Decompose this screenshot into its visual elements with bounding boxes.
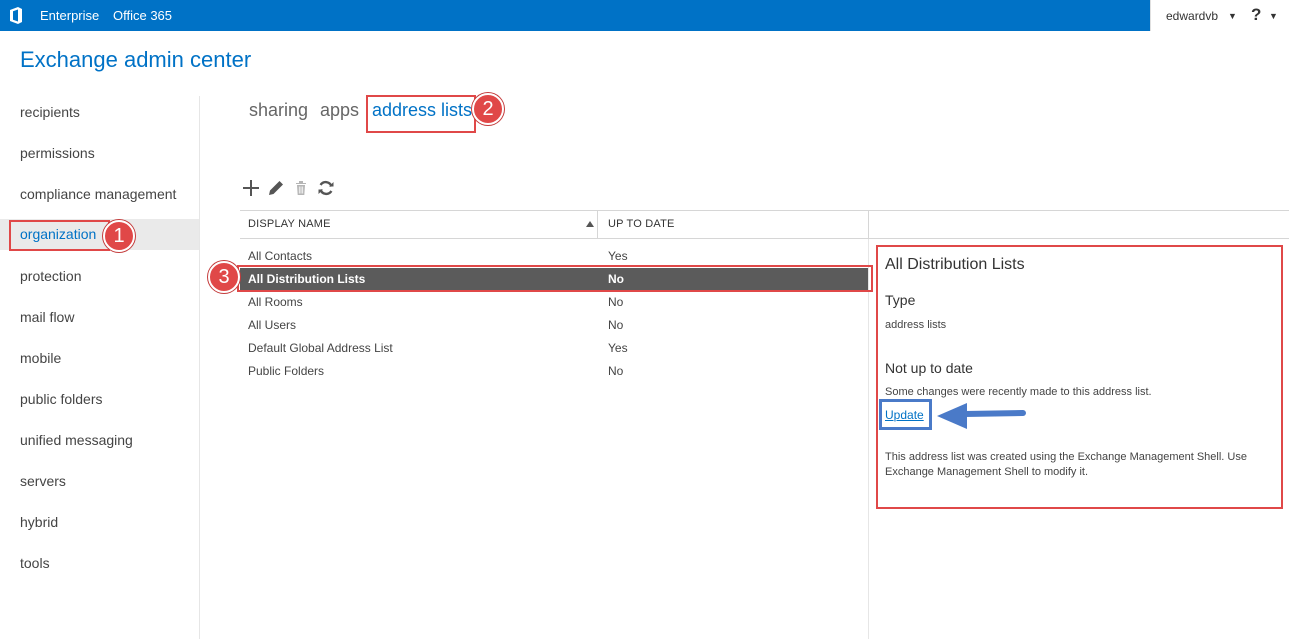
annotation-box-update (879, 399, 932, 430)
annotation-arrow-icon (937, 403, 1026, 429)
nav-item-compliance-management[interactable]: compliance management (0, 179, 199, 209)
app-title: Exchange admin center (20, 47, 252, 72)
column-divider[interactable] (868, 211, 869, 239)
nav-divider (199, 96, 200, 639)
column-header-display-name[interactable]: DISPLAY NAME (248, 218, 331, 230)
annotation-badge-3: 3 (208, 261, 240, 293)
row-up-to-date: No (608, 364, 624, 378)
refresh-icon[interactable] (317, 179, 335, 197)
row-display-name: All Users (248, 318, 297, 332)
nav-item-unified-messaging[interactable]: unified messaging (0, 425, 199, 455)
user-menu[interactable]: edwardvb (1166, 9, 1218, 23)
column-divider[interactable] (597, 211, 598, 239)
table-row[interactable]: Public Folders No (240, 360, 868, 383)
details-divider (868, 239, 869, 639)
nav-item-permissions[interactable]: permissions (0, 138, 199, 168)
annotation-box-row (237, 265, 873, 292)
annotation-badge-2: 2 (472, 93, 504, 125)
enterprise-link[interactable]: Enterprise (40, 8, 99, 23)
list-header: DISPLAY NAME UP TO DATE (240, 210, 1289, 239)
nav-item-hybrid[interactable]: hybrid (0, 507, 199, 537)
chevron-down-icon[interactable]: ▼ (1269, 11, 1278, 21)
edit-icon[interactable] (267, 179, 285, 197)
table-row[interactable]: All Users No (240, 314, 868, 337)
delete-icon[interactable] (292, 179, 310, 197)
row-up-to-date: No (608, 318, 624, 332)
nav-item-recipients[interactable]: recipients (0, 97, 199, 127)
nav-item-servers[interactable]: servers (0, 466, 199, 496)
annotation-box-address-lists (366, 95, 476, 133)
nav-item-mobile[interactable]: mobile (0, 343, 199, 373)
top-bar: Enterprise Office 365 edwardvb ▼ ? ▼ (0, 0, 1296, 31)
annotation-badge-1: 1 (103, 220, 135, 252)
annotation-box-organization (9, 220, 110, 251)
table-row[interactable]: All Rooms No (240, 291, 868, 314)
nav-item-protection[interactable]: protection (0, 261, 199, 291)
table-row[interactable]: Default Global Address List Yes (240, 337, 868, 360)
column-header-up-to-date[interactable]: UP TO DATE (608, 218, 675, 230)
help-icon[interactable]: ? (1251, 5, 1261, 25)
tab-apps[interactable]: apps (320, 100, 359, 121)
office365-link[interactable]: Office 365 (113, 8, 172, 23)
row-up-to-date: Yes (608, 341, 628, 355)
chevron-down-icon[interactable]: ▼ (1228, 11, 1237, 21)
row-display-name: All Contacts (248, 249, 313, 263)
tab-sharing[interactable]: sharing (249, 100, 308, 121)
annotation-box-details (876, 245, 1283, 509)
add-icon[interactable] (242, 179, 260, 197)
row-up-to-date: No (608, 295, 624, 309)
row-display-name: All Rooms (248, 295, 303, 309)
sort-ascending-icon[interactable] (586, 221, 594, 227)
user-area: edwardvb ▼ ? ▼ (1150, 0, 1296, 31)
row-display-name: Default Global Address List (248, 341, 393, 355)
nav-item-tools[interactable]: tools (0, 548, 199, 578)
nav-item-mail-flow[interactable]: mail flow (0, 302, 199, 332)
row-display-name: Public Folders (248, 364, 325, 378)
row-up-to-date: Yes (608, 249, 628, 263)
nav-item-public-folders[interactable]: public folders (0, 384, 199, 414)
office-logo-icon[interactable] (9, 7, 23, 24)
